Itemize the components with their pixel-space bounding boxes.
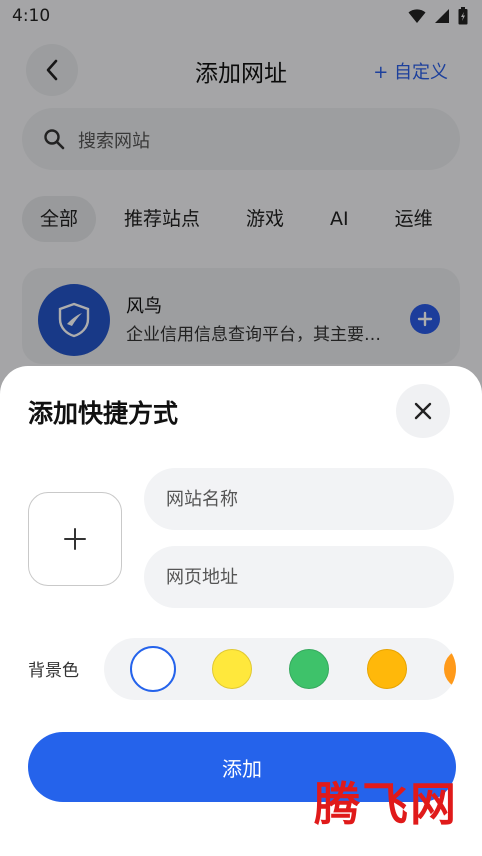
icon-picker-button[interactable] bbox=[28, 492, 122, 586]
close-icon bbox=[414, 402, 432, 420]
color-swatch-orange[interactable] bbox=[367, 649, 407, 689]
color-swatch-white[interactable] bbox=[130, 646, 176, 692]
color-swatch-deep-orange[interactable] bbox=[444, 649, 456, 689]
site-url-input[interactable] bbox=[144, 546, 454, 608]
watermark-logo: 腾飞网 bbox=[314, 768, 458, 834]
watermark-text: 腾飞网 bbox=[314, 777, 458, 831]
close-button[interactable] bbox=[396, 384, 450, 438]
site-url-field-wrap bbox=[144, 546, 454, 608]
color-swatch-green[interactable] bbox=[289, 649, 329, 689]
color-swatch-yellow[interactable] bbox=[212, 649, 252, 689]
sheet-title: 添加快捷方式 bbox=[28, 399, 179, 428]
plus-icon bbox=[64, 528, 86, 550]
site-name-field-wrap bbox=[144, 468, 454, 530]
color-picker-row bbox=[104, 638, 456, 700]
bg-color-label: 背景色 bbox=[28, 661, 79, 681]
site-name-input[interactable] bbox=[144, 468, 454, 530]
